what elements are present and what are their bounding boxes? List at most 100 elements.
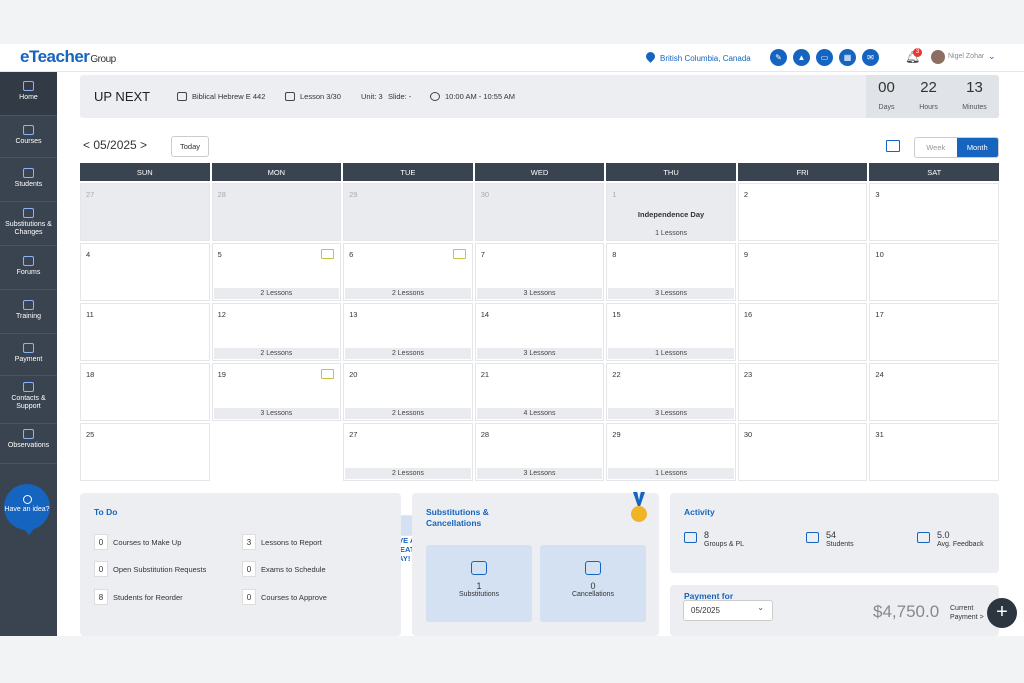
lessons-count[interactable]: 3 Lessons: [476, 468, 603, 479]
lessons-count[interactable]: 2 Lessons: [345, 348, 471, 359]
sidebar-item-courses[interactable]: Courses: [0, 116, 57, 158]
todo-item[interactable]: 3 Lessons to Report: [242, 534, 322, 550]
book-icon[interactable]: ▭: [816, 49, 833, 66]
calendar-day[interactable]: 14 3 Lessons: [474, 303, 605, 361]
sidebar-item-forums[interactable]: Forums: [0, 246, 57, 290]
calendar-day[interactable]: 16: [737, 303, 868, 361]
current-payment-link[interactable]: Current Payment >: [950, 604, 988, 622]
notes-icon[interactable]: ✎: [770, 49, 787, 66]
whiteboard-icon[interactable]: [452, 249, 466, 259]
calendar-day[interactable]: 30: [737, 423, 868, 481]
lessons-count[interactable]: 3 Lessons: [608, 288, 734, 299]
calendar-day[interactable]: 8 3 Lessons: [606, 243, 736, 301]
day-number: 6: [349, 250, 354, 259]
todo-item[interactable]: 0 Courses to Approve: [242, 589, 327, 605]
calendar-day[interactable]: 5 2 Lessons: [211, 243, 342, 301]
month-navigator[interactable]: < 05/2025 >: [83, 138, 147, 152]
todo-item[interactable]: 8 Students for Reorder: [94, 589, 183, 605]
up-next-course[interactable]: Biblical Hebrew E 442: [177, 92, 265, 101]
lessons-count[interactable]: 3 Lessons: [476, 348, 603, 359]
lessons-count[interactable]: 2 Lessons: [345, 408, 471, 419]
calendar-day[interactable]: 19 3 Lessons: [211, 363, 342, 421]
calendar-day[interactable]: 3: [869, 183, 999, 241]
user-name[interactable]: Nigel Zohar: [948, 53, 984, 60]
todo-item[interactable]: 0 Open Substitution Requests: [94, 561, 206, 577]
sidebar: Home Courses Students Substitutions & Ch…: [0, 72, 57, 636]
calendar-day[interactable]: 28: [211, 183, 342, 241]
sidebar-item-students[interactable]: Students: [0, 158, 57, 202]
sidebar-item-payment[interactable]: Payment: [0, 334, 57, 376]
lessons-count[interactable]: 2 Lessons: [213, 348, 340, 359]
sidebar-item-training[interactable]: Training: [0, 290, 57, 334]
whiteboard-icon[interactable]: [321, 249, 335, 259]
location-selector[interactable]: British Columbia, Canada: [646, 52, 751, 64]
clock-icon: [430, 92, 440, 101]
day-number: 21: [480, 370, 490, 379]
mail-icon[interactable]: ✉: [862, 49, 879, 66]
add-button[interactable]: +: [987, 598, 1017, 628]
calendar-day[interactable]: 27 2 Lessons: [343, 423, 473, 481]
calendar-day[interactable]: 23: [737, 363, 868, 421]
sidebar-item-substitutions[interactable]: Substitutions & Changes: [0, 202, 57, 246]
calendar-day[interactable]: 24: [869, 363, 999, 421]
calendar-day[interactable]: 11: [80, 303, 210, 361]
calendar-day[interactable]: 4: [80, 243, 210, 301]
calendar-day[interactable]: 6 2 Lessons: [343, 243, 473, 301]
calendar-day[interactable]: 21 4 Lessons: [474, 363, 605, 421]
lessons-count[interactable]: 1 Lessons: [608, 228, 734, 239]
lessons-count[interactable]: 2 Lessons: [345, 288, 471, 299]
calendar-day[interactable]: 27: [80, 183, 210, 241]
swap-icon: [23, 208, 34, 218]
week-view-button[interactable]: Week: [915, 138, 957, 157]
calendar-day[interactable]: 7 3 Lessons: [474, 243, 605, 301]
calendar-day[interactable]: 30: [474, 183, 605, 241]
calendar-day[interactable]: 17: [869, 303, 999, 361]
calendar-day[interactable]: 12 2 Lessons: [211, 303, 342, 361]
payment-month-select[interactable]: 05/2025: [683, 600, 773, 621]
lessons-count[interactable]: 1 Lessons: [608, 348, 734, 359]
calendar-day[interactable]: 28 3 Lessons: [474, 423, 605, 481]
lessons-count[interactable]: 2 Lessons: [345, 468, 471, 479]
month-view-button[interactable]: Month: [956, 138, 998, 157]
todo-item[interactable]: 0 Courses to Make Up: [94, 534, 181, 550]
presentation-icon[interactable]: [886, 140, 900, 152]
calendar-day[interactable]: 13 2 Lessons: [343, 303, 473, 361]
calendar-day[interactable]: 29 1 Lessons: [606, 423, 736, 481]
todo-item[interactable]: 0 Exams to Schedule: [242, 561, 326, 577]
calendar-day[interactable]: 15 1 Lessons: [606, 303, 736, 361]
calendar-day[interactable]: 31: [869, 423, 999, 481]
sidebar-item-home[interactable]: Home: [0, 72, 57, 116]
lessons-count[interactable]: 3 Lessons: [213, 408, 340, 419]
cancellations-box[interactable]: 0 Cancellations: [540, 545, 646, 622]
day-number: 3: [875, 190, 880, 199]
calendar-day[interactable]: 10: [869, 243, 999, 301]
lessons-count[interactable]: 1 Lessons: [608, 468, 734, 479]
mortarboard-icon[interactable]: ▲: [793, 49, 810, 66]
calculator-icon[interactable]: ▦: [839, 49, 856, 66]
whiteboard-icon[interactable]: [321, 369, 335, 379]
calendar-day[interactable]: 25: [80, 423, 210, 481]
day-number: 11: [86, 310, 94, 319]
logo[interactable]: eTeacherGroup: [20, 47, 116, 67]
substitutions-box[interactable]: 1 Substitutions: [426, 545, 532, 622]
view-toggle: Week Month: [914, 137, 999, 158]
calendar-day[interactable]: 29: [343, 183, 473, 241]
calendar-day[interactable]: 22 3 Lessons: [606, 363, 736, 421]
weekday-label: WED: [474, 163, 605, 181]
up-next-title: UP NEXT: [94, 89, 151, 104]
idea-button[interactable]: Have an idea?: [4, 484, 50, 535]
avatar[interactable]: [931, 50, 945, 64]
calendar-day[interactable]: 20 2 Lessons: [343, 363, 473, 421]
chevron-down-icon[interactable]: ⌄: [988, 51, 996, 62]
calendar-day[interactable]: 9: [737, 243, 868, 301]
calendar-day[interactable]: 2: [737, 183, 868, 241]
lessons-count[interactable]: 3 Lessons: [476, 288, 603, 299]
calendar-day[interactable]: 18: [80, 363, 210, 421]
today-button[interactable]: Today: [171, 136, 209, 157]
lessons-count[interactable]: 3 Lessons: [608, 408, 734, 419]
calendar-day[interactable]: 1 Independence Day 1 Lessons: [606, 183, 736, 241]
lessons-count[interactable]: 2 Lessons: [213, 288, 340, 299]
sidebar-item-contacts[interactable]: Contacts & Support: [0, 376, 57, 424]
sidebar-item-observations[interactable]: Observations: [0, 424, 57, 464]
lessons-count[interactable]: 4 Lessons: [476, 408, 603, 419]
